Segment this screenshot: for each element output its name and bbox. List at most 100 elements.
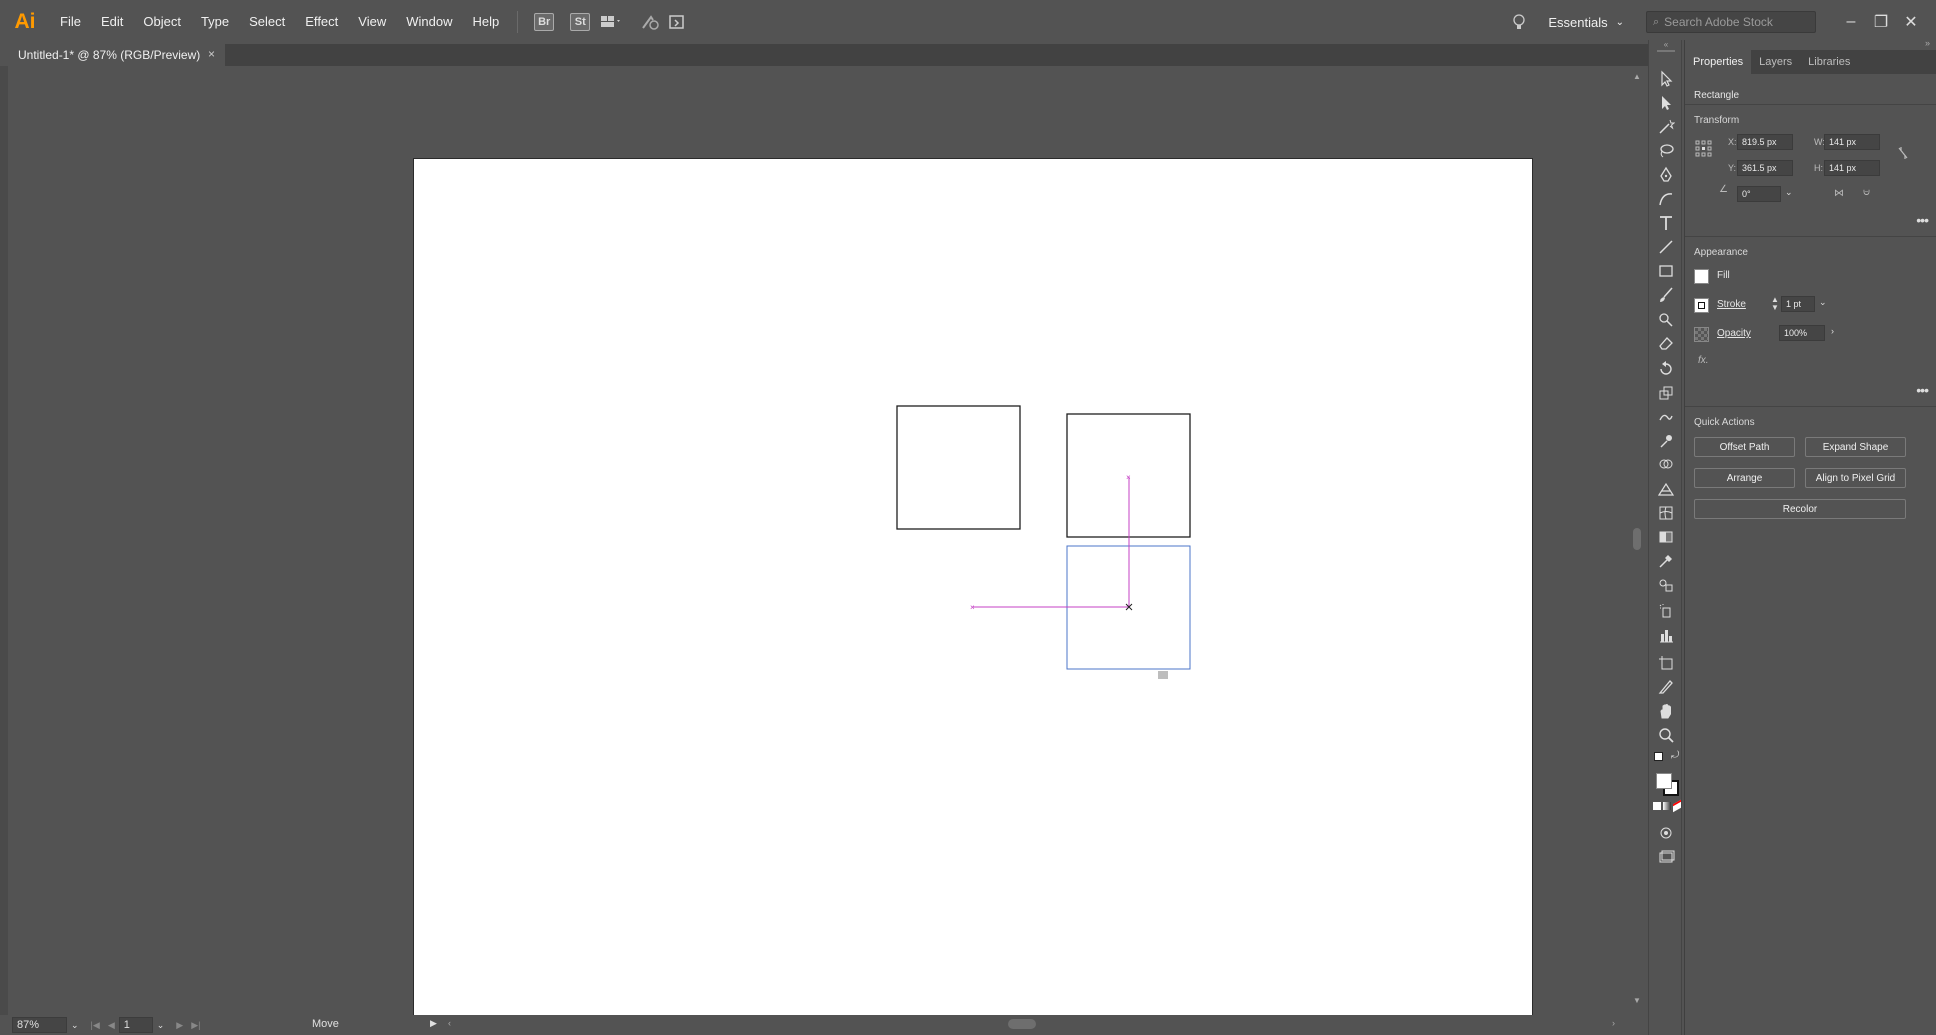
recolor-button[interactable]: Recolor <box>1694 499 1906 519</box>
lasso-tool-icon[interactable] <box>1654 140 1678 162</box>
default-colors-icon[interactable] <box>1654 752 1663 761</box>
menu-effect[interactable]: Effect <box>295 0 348 44</box>
opacity-link[interactable]: Opacity <box>1717 328 1751 339</box>
menu-help[interactable]: Help <box>462 0 509 44</box>
none-mode-icon[interactable] <box>1673 799 1681 813</box>
search-stock-input[interactable]: ⌕ Search Adobe Stock <box>1646 11 1816 33</box>
effects-button[interactable]: fx. <box>1698 355 1709 366</box>
screen-mode-icon[interactable] <box>1654 846 1678 868</box>
reference-point-icon[interactable] <box>1695 140 1713 161</box>
zoom-tool-icon[interactable] <box>1654 724 1678 746</box>
angle-field[interactable]: 0° <box>1737 186 1781 202</box>
mesh-tool-icon[interactable] <box>1654 502 1678 524</box>
stroke-swatch[interactable] <box>1694 298 1709 313</box>
expand-panel-icon[interactable]: » <box>1925 38 1930 48</box>
gradient-tool-icon[interactable] <box>1654 526 1678 548</box>
arrange-documents-icon[interactable] <box>598 9 624 35</box>
widget-handle[interactable] <box>1158 671 1168 679</box>
direct-selection-tool-icon[interactable] <box>1654 92 1678 114</box>
color-mode-icon[interactable] <box>1653 802 1661 810</box>
toolbar-grip[interactable] <box>1657 50 1675 52</box>
expand-shape-button[interactable]: Expand Shape <box>1805 437 1906 457</box>
collapse-tools-icon[interactable]: « <box>1649 40 1683 49</box>
rotate-tool-icon[interactable] <box>1654 358 1678 380</box>
artboard-tool-icon[interactable] <box>1654 652 1678 674</box>
lightbulb-icon[interactable] <box>1506 9 1532 35</box>
fill-swatch[interactable] <box>1694 269 1709 284</box>
align-to-pixel-grid-button[interactable]: Align to Pixel Grid <box>1805 468 1906 488</box>
close-tab-icon[interactable]: × <box>208 47 215 61</box>
last-artboard-icon[interactable]: ▶| <box>191 1020 200 1031</box>
eraser-tool-icon[interactable] <box>1654 332 1678 354</box>
selection-tool-icon[interactable] <box>1654 68 1678 90</box>
stroke-link[interactable]: Stroke <box>1717 299 1746 310</box>
constrain-proportions-icon[interactable] <box>1897 146 1909 163</box>
menu-type[interactable]: Type <box>191 0 239 44</box>
artboard[interactable]: × × <box>413 158 1533 1035</box>
cloud-document-icon[interactable] <box>664 9 690 35</box>
vertical-scroll-thumb[interactable] <box>1633 528 1641 550</box>
scroll-up-icon[interactable]: ▲ <box>1633 72 1641 81</box>
close-icon[interactable]: ✕ <box>1896 7 1926 37</box>
scroll-down-icon[interactable]: ▼ <box>1633 996 1641 1005</box>
gpu-performance-icon[interactable] <box>638 9 664 35</box>
shaper-tool-icon[interactable] <box>1654 308 1678 330</box>
pasteboard[interactable]: × × <box>8 66 1628 1035</box>
appearance-more-options-icon[interactable]: ••• <box>1916 382 1929 398</box>
first-artboard-icon[interactable]: |◀ <box>91 1020 100 1031</box>
artboard-number-field[interactable]: 1 <box>118 1017 153 1033</box>
menu-file[interactable]: File <box>50 0 91 44</box>
angle-dropdown-icon[interactable]: ⌄ <box>1785 187 1793 198</box>
horizontal-scroll-thumb[interactable] <box>1008 1019 1036 1029</box>
pen-tool-icon[interactable] <box>1654 164 1678 186</box>
h-field[interactable]: 141 px <box>1824 160 1880 176</box>
paintbrush-tool-icon[interactable] <box>1654 284 1678 306</box>
previous-artboard-icon[interactable]: ◀ <box>108 1020 115 1031</box>
menu-select[interactable]: Select <box>239 0 295 44</box>
symbol-sprayer-tool-icon[interactable] <box>1654 600 1678 622</box>
opacity-slider-icon[interactable]: › <box>1831 326 1834 336</box>
stroke-weight-field[interactable]: 1 pt <box>1781 296 1815 312</box>
zoom-field[interactable]: 87% <box>12 1017 67 1033</box>
stroke-stepper-icon[interactable]: ▲ ▼ <box>1771 296 1779 312</box>
rectangle-tool-icon[interactable] <box>1654 260 1678 282</box>
blend-tool-icon[interactable] <box>1654 574 1678 596</box>
line-segment-tool-icon[interactable] <box>1654 236 1678 258</box>
swap-colors-icon[interactable]: ⤾ <box>1671 750 1679 761</box>
transform-more-options-icon[interactable]: ••• <box>1916 212 1929 228</box>
stroke-dropdown-icon[interactable]: ⌄ <box>1819 297 1827 308</box>
bridge-button[interactable]: Br <box>534 13 555 31</box>
scroll-right-icon[interactable]: › <box>1612 1018 1615 1028</box>
document-tab[interactable]: Untitled-1* @ 87% (RGB/Preview) × <box>0 44 225 66</box>
menu-view[interactable]: View <box>348 0 396 44</box>
menu-edit[interactable]: Edit <box>91 0 133 44</box>
status-menu-icon[interactable]: ▶ <box>430 1018 437 1029</box>
tab-layers[interactable]: Layers <box>1751 50 1800 74</box>
zoom-dropdown-icon[interactable]: ⌄ <box>71 1020 79 1031</box>
x-field[interactable]: 819.5 px <box>1737 134 1793 150</box>
w-field[interactable]: 141 px <box>1824 134 1880 150</box>
restore-icon[interactable]: ❐ <box>1866 7 1896 37</box>
flip-vertical-icon[interactable]: ⩁ <box>1863 187 1870 198</box>
arrange-button[interactable]: Arrange <box>1694 468 1795 488</box>
shape-builder-tool-icon[interactable] <box>1654 454 1678 476</box>
offset-path-button[interactable]: Offset Path <box>1694 437 1795 457</box>
type-tool-icon[interactable] <box>1654 212 1678 234</box>
fill-color-swatch[interactable] <box>1656 773 1672 789</box>
curvature-tool-icon[interactable] <box>1654 188 1678 210</box>
magic-wand-tool-icon[interactable] <box>1654 116 1678 138</box>
draw-mode-icon[interactable] <box>1654 822 1678 844</box>
gradient-mode-icon[interactable] <box>1663 802 1671 810</box>
stock-button[interactable]: St <box>570 13 591 31</box>
tab-properties[interactable]: Properties <box>1685 50 1752 74</box>
vertical-scrollbar[interactable]: ▲ ▼ <box>1628 66 1646 1015</box>
rectangle-1[interactable] <box>896 405 1021 530</box>
workspace-switcher[interactable]: Essentials ⌄ <box>1548 15 1624 30</box>
eyedropper-tool-icon[interactable] <box>1654 550 1678 572</box>
menu-window[interactable]: Window <box>396 0 462 44</box>
artboard-dropdown-icon[interactable]: ⌄ <box>157 1020 165 1031</box>
next-artboard-icon[interactable]: ▶ <box>176 1020 183 1031</box>
y-field[interactable]: 361.5 px <box>1737 160 1793 176</box>
hand-tool-icon[interactable] <box>1654 700 1678 722</box>
slice-tool-icon[interactable] <box>1654 676 1678 698</box>
